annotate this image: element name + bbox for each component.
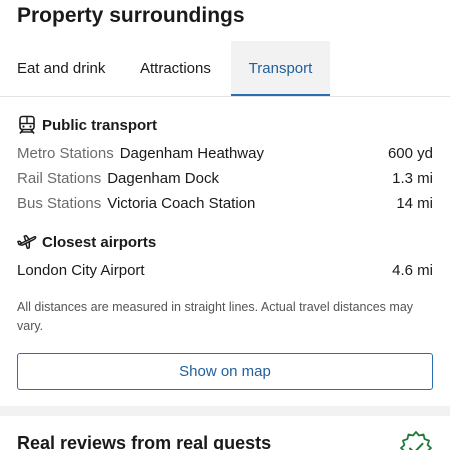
public-transport-heading: Public transport xyxy=(17,113,157,137)
transport-kind: Rail Stations xyxy=(17,170,102,187)
tab-attractions[interactable]: Attractions xyxy=(140,41,211,96)
show-on-map-button[interactable]: Show on map xyxy=(17,353,433,390)
train-icon xyxy=(17,115,37,135)
public-transport-label: Public transport xyxy=(42,116,158,134)
transport-distance: 14 mi xyxy=(396,195,433,212)
transport-row-bus: Bus Stations Victoria Coach Station 14 mi xyxy=(17,193,433,215)
section-divider xyxy=(0,406,450,416)
closest-airports-heading: Closest airports xyxy=(17,230,156,254)
property-surroundings-page: Property surroundings Eat and drink Attr… xyxy=(0,0,450,450)
transport-distance: 600 yd xyxy=(387,145,433,162)
airport-name: London City Airport xyxy=(17,262,145,279)
tab-transport[interactable]: Transport xyxy=(231,41,330,96)
transport-row-rail: Rail Stations Dagenham Dock 1.3 mi xyxy=(17,168,433,190)
transport-kind: Metro Stations xyxy=(17,145,114,162)
closest-airports-label: Closest airports xyxy=(42,233,157,251)
tab-eat-and-drink[interactable]: Eat and drink xyxy=(17,41,105,96)
transport-place: Victoria Coach Station xyxy=(107,195,256,212)
airport-row: London City Airport 4.6 mi xyxy=(17,260,433,282)
transport-row-metro: Metro Stations Dagenham Heathway 600 yd xyxy=(17,143,433,165)
verified-badge-icon xyxy=(398,430,434,450)
surroundings-tabs: Eat and drink Attractions Transport xyxy=(0,41,450,97)
airplane-icon xyxy=(17,232,37,252)
airport-distance: 4.6 mi xyxy=(392,262,433,279)
transport-place: Dagenham Dock xyxy=(107,170,219,187)
transport-place: Dagenham Heathway xyxy=(119,145,264,162)
reviews-heading: Real reviews from real guests xyxy=(17,433,272,450)
transport-distance: 1.3 mi xyxy=(392,170,433,187)
transport-kind: Bus Stations xyxy=(17,195,102,212)
distance-disclaimer: All distances are measured in straight l… xyxy=(17,300,414,333)
page-title: Property surroundings xyxy=(17,4,245,27)
